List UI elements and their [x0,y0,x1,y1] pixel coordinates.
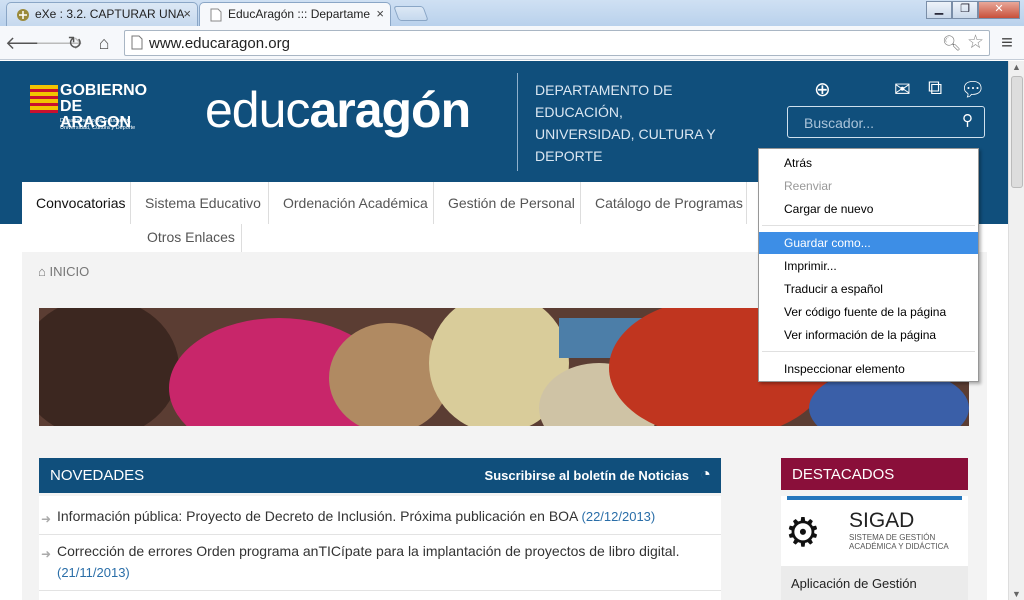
context-menu: Atrás Reenviar Cargar de nuevo Guardar c… [758,148,979,382]
zoom-icon[interactable]: 🔍︎ [942,34,961,52]
news-item[interactable]: ➜ Corrección de errores Orden programa a… [39,541,721,583]
arrow-bullet-icon: ➜ [41,512,52,526]
divider [39,534,721,535]
news-title: NOVEDADES [50,467,145,484]
web-page: GOBIERNO DE ARAGON Departamento de Educa… [0,61,1008,600]
news-item-text[interactable]: Corrección de errores Orden programa anT… [57,543,680,559]
vertical-scrollbar[interactable]: ▲ ▼ [1008,61,1024,600]
menu-item-reload[interactable]: Cargar de nuevo [759,198,978,220]
menu-ordenacion-academica[interactable]: Ordenación Académica [269,182,434,224]
menu-separator [762,225,975,226]
search-icon[interactable]: ⚲ [962,111,973,129]
menu-item-back[interactable]: Atrás [759,152,978,174]
sitemap-icon[interactable]: ⧉ [928,77,942,100]
featured-header: DESTACADOS [781,458,968,490]
menu-separator [762,351,975,352]
close-tab-icon[interactable]: × [376,3,384,25]
news-header: NOVEDADES Suscribirse al boletín de Noti… [39,458,721,493]
featured-caption[interactable]: Aplicación de Gestión [781,566,968,600]
sigad-title: SIGAD [849,509,915,532]
news-item-date: (22/12/2013) [581,509,656,524]
browser-toolbar: 🡐 🡒 ↻ ⌂ www.educaragon.org 🔍︎ ☆ ≡ [0,26,1024,60]
arrow-bullet-icon: ➜ [41,547,52,561]
header-divider [517,73,518,171]
scroll-down-arrow-icon[interactable]: ▼ [1012,589,1021,599]
scrollbar-thumb[interactable] [1011,76,1023,188]
news-item[interactable]: ➜ Información pública: Proyecto de Decre… [39,506,721,527]
menu-item-save-as[interactable]: Guardar como... [759,232,978,254]
featured-panel[interactable]: ⚙ SIGAD SISTEMA DE GESTIÓN ACADÉMICA Y D… [781,496,968,600]
sigad-accent-bar [787,496,962,500]
menu-item-view-source[interactable]: Ver código fuente de la página [759,301,978,323]
new-tab-button[interactable] [393,6,429,21]
department-name: DEPARTAMENTO DE EDUCACIÓN, UNIVERSIDAD, … [535,82,716,164]
exe-favicon-icon [16,7,30,21]
forward-button[interactable]: 🡒 [35,32,83,54]
news-list: ➜ Información pública: Proyecto de Decre… [39,496,721,600]
page-icon [131,35,143,55]
mail-icon[interactable]: ✉ [894,77,911,102]
search-box[interactable]: Buscador... ⚲ [787,106,985,138]
divider [39,590,721,591]
address-bar[interactable]: www.educaragon.org 🔍︎ ☆ [124,30,990,56]
close-tab-icon[interactable]: × [183,3,191,25]
reload-button[interactable]: ↻ [64,32,86,54]
page-favicon-icon [209,7,223,22]
breadcrumb-label: INICIO [49,264,90,279]
menu-row-2: Otros Enlaces [22,224,242,252]
tab-educaragon[interactable]: EducAragón ::: Departame × [199,2,391,26]
sigad-subtitle: SISTEMA DE GESTIÓN ACADÉMICA Y DIDÁCTICA [849,533,949,551]
main-menu: Convocatorias Sistema Educativo Ordenaci… [22,182,780,224]
news-item-text[interactable]: Información pública: Proyecto de Decreto… [57,508,578,524]
browser-window: eXe : 3.2. CAPTURAR UNA × EducAragón :::… [0,0,1024,600]
close-window-button[interactable]: ✕ [978,1,1020,19]
search-input[interactable]: Buscador... [804,115,874,131]
breadcrumb[interactable]: ⌂ INICIO [38,264,89,279]
menu-item-inspect[interactable]: Inspeccionar elemento [759,358,978,380]
minimize-button[interactable]: ▁ [926,1,952,19]
menu-item-forward: Reenviar [784,179,833,193]
aragon-flag-icon [30,85,58,113]
menu-item-translate[interactable]: Traducir a español [759,278,978,300]
menu-icon[interactable]: ≡ [996,32,1018,54]
logo-subtitle: Departamento de Educación, Universidad, … [60,118,136,131]
scroll-up-arrow-icon[interactable]: ▲ [1012,62,1021,72]
news-item-date: (21/11/2013) [57,565,130,580]
menu-gestion-personal[interactable]: Gestión de Personal [434,182,581,224]
brand-light: educ [205,82,310,138]
rss-icon[interactable]: ◔ [700,464,711,485]
menu-item-print[interactable]: Imprimir... [759,255,978,277]
menu-catalogo-programas[interactable]: Catálogo de Programas [581,182,747,224]
menu-otros-enlaces[interactable]: Otros Enlaces [147,229,235,245]
brand-bold: aragón [309,82,471,138]
home-icon: ⌂ [38,264,50,279]
home-button[interactable]: ⌂ [93,32,115,54]
menu-item-page-info[interactable]: Ver información de la página [759,324,978,346]
menu-convocatorias[interactable]: Convocatorias [22,182,131,224]
back-button[interactable]: 🡐 [5,32,53,54]
accessibility-icon[interactable]: ⊕ [814,77,831,102]
maximize-button[interactable]: ❐ [952,1,978,19]
title-bar: eXe : 3.2. CAPTURAR UNA × EducAragón :::… [0,0,1024,26]
menu-sistema-educativo[interactable]: Sistema Educativo [131,182,269,224]
tab-title: EducAragón ::: Departame [228,7,371,21]
newsletter-subscribe-link[interactable]: Suscribirse al boletín de Noticias [485,468,689,483]
bookmark-star-icon[interactable]: ☆ [967,31,984,54]
chat-icon[interactable]: 💬︎ [960,77,985,102]
url-text: www.educaragon.org [149,35,290,52]
site-brand[interactable]: educaragón [205,81,471,139]
tab-title: eXe : 3.2. CAPTURAR UNA [35,7,185,21]
tab-exe[interactable]: eXe : 3.2. CAPTURAR UNA × [6,2,198,26]
gear-icon: ⚙ [785,511,821,555]
